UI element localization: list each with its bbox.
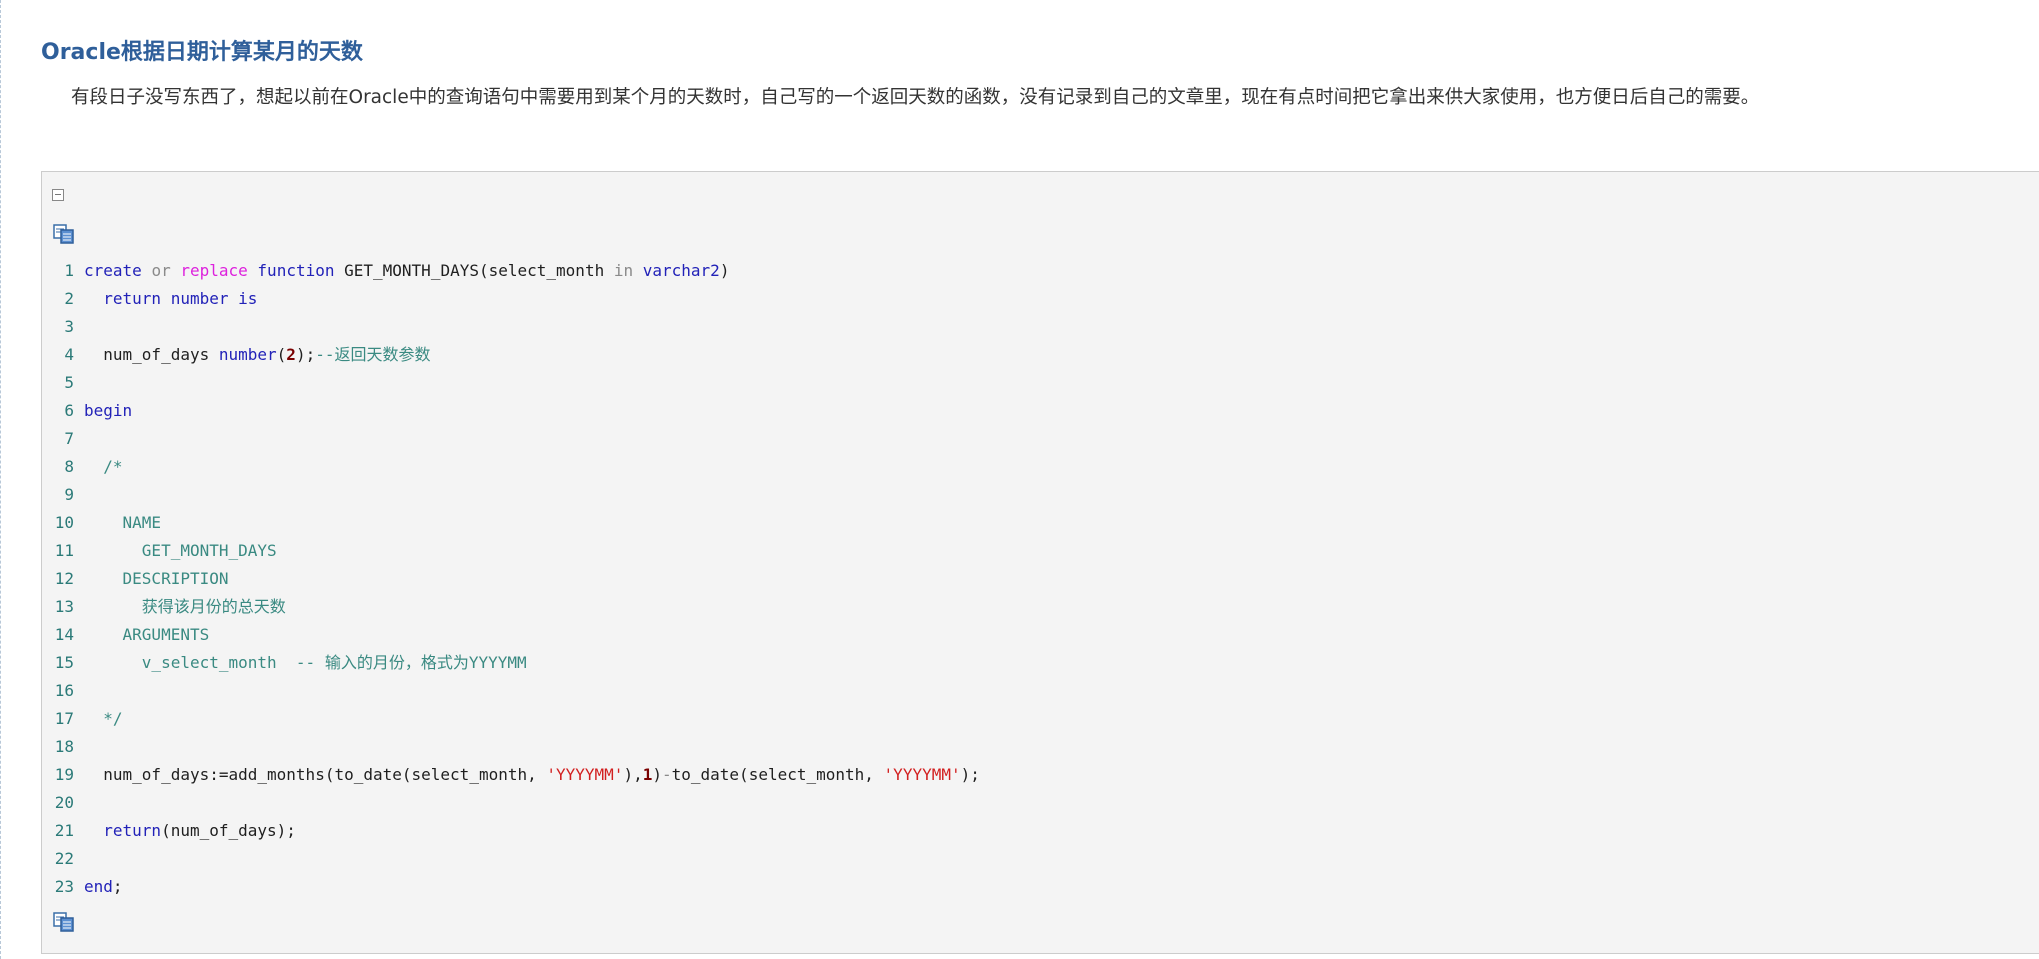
code-token: to_date(select_month, <box>671 765 884 784</box>
code-token: DESCRIPTION <box>84 569 229 588</box>
line-code: GET_MONTH_DAYS <box>84 537 277 565</box>
code-token: NAME <box>84 513 162 532</box>
code-token: /* <box>84 457 123 476</box>
line-number: 7 <box>64 429 74 448</box>
line-code: ARGUMENTS <box>84 621 210 649</box>
page: Oracle根据日期计算某月的天数 有段日子没写东西了，想起以前在Oracle中… <box>0 0 2039 959</box>
code-token: in <box>613 261 634 280</box>
line-code: NAME <box>84 509 162 537</box>
copy-code-icon[interactable] <box>53 224 75 244</box>
code-token: */ <box>84 709 123 728</box>
code-token: num_of_days <box>84 345 219 364</box>
line-code: return number is <box>84 285 257 313</box>
code-token: num_of_days:=add_months(to_date(select_m… <box>84 765 547 784</box>
code-block: 1 create or replace function GET_MONTH_DA… <box>41 171 2039 954</box>
line-code: DESCRIPTION <box>84 565 229 593</box>
code-token: is <box>238 289 258 308</box>
line-number: 18 <box>54 737 74 756</box>
code-token: varchar2 <box>642 261 720 280</box>
line-number: 13 <box>54 597 74 616</box>
line-code: end; <box>84 873 123 901</box>
code-token: number <box>170 289 229 308</box>
code-token: 'YYYYMM' <box>883 765 961 784</box>
code-token: ) <box>719 261 730 280</box>
code-token: GET_MONTH_DAYS(select_month <box>334 261 614 280</box>
code-token: --返回天数参数 <box>315 345 431 364</box>
code-token: ; <box>112 877 123 896</box>
code-token: end <box>84 877 113 896</box>
code-token: v_select_month -- 输入的月份，格式为YYYYMM <box>84 653 527 672</box>
code-token: ARGUMENTS <box>84 625 210 644</box>
code-token: create <box>84 261 142 280</box>
line-number: 23 <box>54 877 74 896</box>
line-number: 14 <box>54 625 74 644</box>
code-token: 1 <box>642 765 653 784</box>
code-token: ), <box>623 765 643 784</box>
line-number: 11 <box>54 541 74 560</box>
code-token: - <box>661 765 672 784</box>
code-token: 获得该月份的总天数 <box>84 597 286 616</box>
line-number: 8 <box>64 457 74 476</box>
line-number: 12 <box>54 569 74 588</box>
copy-code-icon[interactable] <box>53 912 75 932</box>
line-number: 5 <box>64 373 74 392</box>
line-code: v_select_month -- 输入的月份，格式为YYYYMM <box>84 649 527 677</box>
code-token: 2 <box>286 345 296 364</box>
line-number: 9 <box>64 485 74 504</box>
line-code: create or replace function GET_MONTH_DAY… <box>84 257 729 285</box>
line-code: return(num_of_days); <box>84 817 296 845</box>
line-number: 1 <box>64 261 74 280</box>
line-number: 10 <box>54 513 74 532</box>
line-number: 6 <box>64 401 74 420</box>
code-token: function <box>257 261 335 280</box>
code-token: or <box>151 261 171 280</box>
code-token: ); <box>295 345 316 364</box>
line-number: 3 <box>64 317 74 336</box>
line-number: 17 <box>54 709 74 728</box>
line-number: 21 <box>54 821 74 840</box>
code-token: replace <box>180 261 248 280</box>
code-token: number <box>218 345 277 364</box>
line-number: 19 <box>54 765 74 784</box>
line-code: begin <box>84 397 132 425</box>
line-code: num_of_days:=add_months(to_date(select_m… <box>84 761 980 789</box>
collapse-minus-icon[interactable] <box>52 189 64 201</box>
article-intro: 有段日子没写东西了，想起以前在Oracle中的查询语句中需要用到某个月的天数时，… <box>71 87 1760 108</box>
code-token: begin <box>84 401 133 420</box>
code-token: return <box>103 821 162 840</box>
line-code: 获得该月份的总天数 <box>84 593 286 621</box>
line-number: 4 <box>64 345 74 364</box>
code-token: ( <box>276 345 287 364</box>
line-code: /* <box>84 453 123 481</box>
line-number: 20 <box>54 793 74 812</box>
code-token: (num_of_days); <box>161 821 296 840</box>
line-code: */ <box>84 705 123 733</box>
line-number: 15 <box>54 653 74 672</box>
code-token: 'YYYYMM' <box>546 765 624 784</box>
code-token: GET_MONTH_DAYS <box>84 541 277 560</box>
line-code: num_of_days number(2);--返回天数参数 <box>84 341 430 369</box>
code-token: ) <box>652 765 662 784</box>
code-token: return <box>103 289 162 308</box>
line-number: 22 <box>54 849 74 868</box>
line-number: 16 <box>54 681 74 700</box>
line-number: 2 <box>64 289 74 308</box>
article-title[interactable]: Oracle根据日期计算某月的天数 <box>41 34 363 66</box>
code-token: ); <box>960 765 980 784</box>
